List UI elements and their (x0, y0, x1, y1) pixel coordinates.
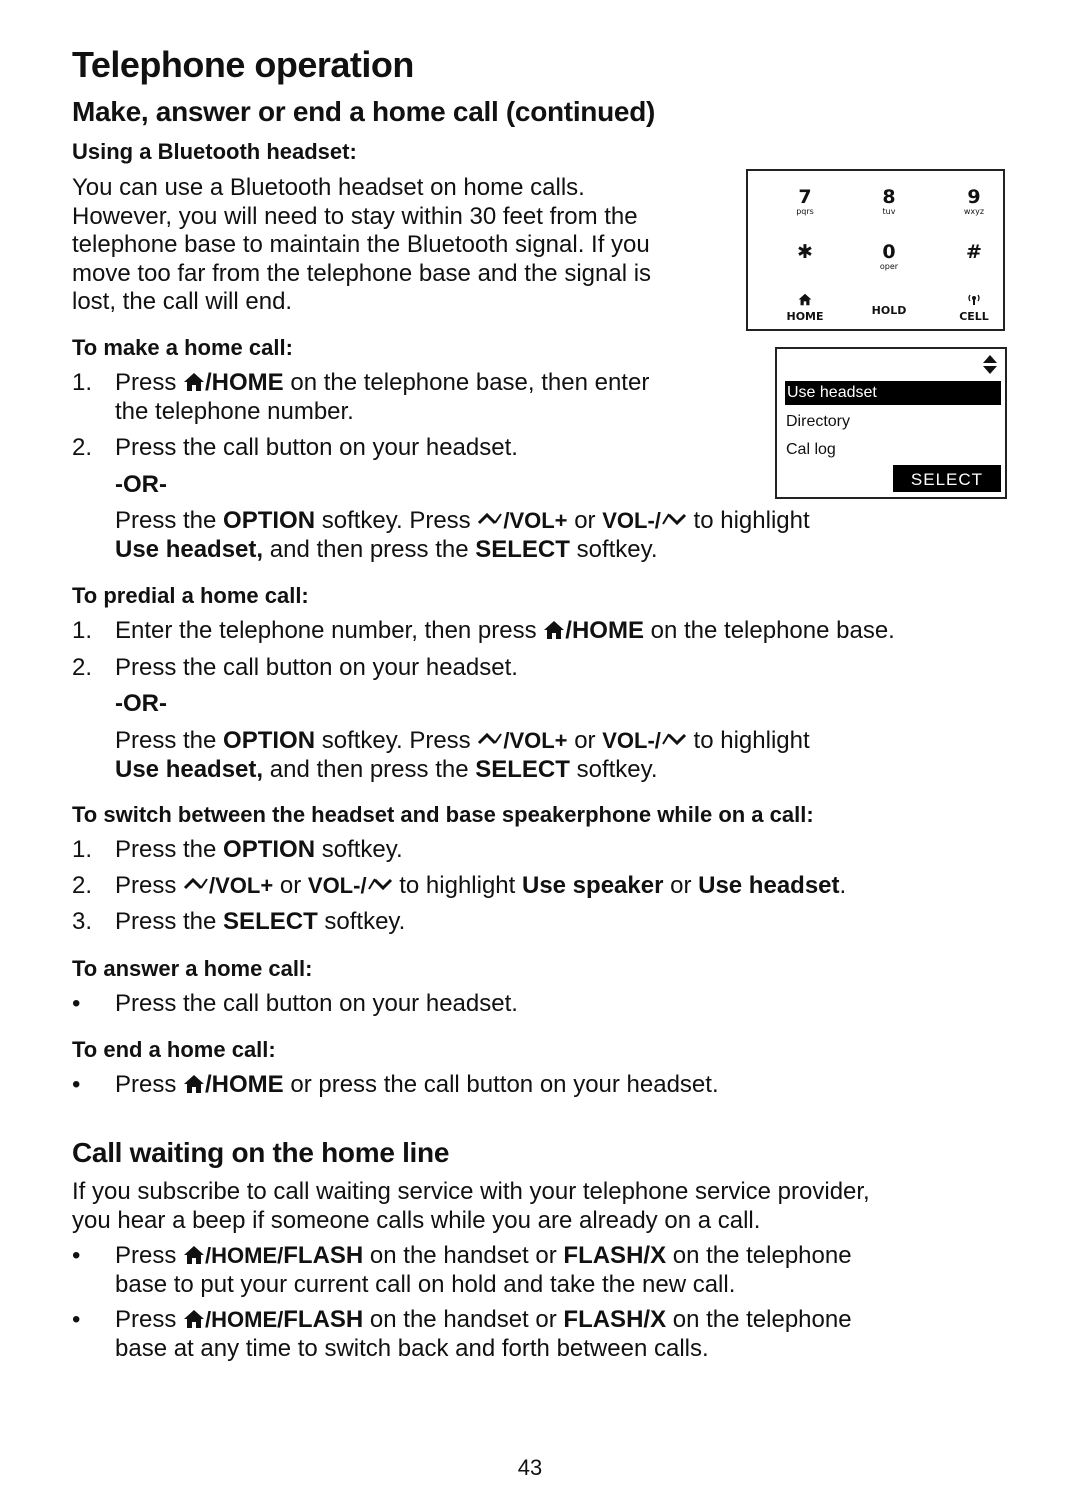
call-waiting-intro: If you subscribe to call waiting service… (72, 1178, 870, 1234)
answer-text: Press the call button on your headset. (115, 990, 518, 1017)
keypad-illustration: 7 pqrs 8 tuv 9 wxyz ✱ 0 oper # HOME HOLD CEL… (746, 169, 1005, 331)
select-softkey: SELECT (893, 465, 1001, 492)
predial-step-2: Press the call button on your headset. (115, 654, 518, 681)
bluetooth-line: However, you will need to stay within 30… (72, 202, 638, 230)
bluetooth-line: telephone base to maintain the Bluetooth… (72, 231, 650, 258)
step-number: 1. (72, 836, 93, 863)
down-arrow-icon (661, 731, 687, 747)
antenna-icon (968, 294, 980, 305)
page-title: Telephone operation (72, 44, 414, 85)
step-number: 1. (72, 369, 93, 396)
menu-item-use-headset: Use headset (785, 381, 1001, 405)
page-number: 43 (517, 1455, 543, 1480)
home-icon (183, 1245, 205, 1265)
or-separator: -OR- (115, 690, 167, 717)
bullet: • (72, 1306, 81, 1333)
home-key: HOME (775, 291, 835, 323)
make-call-step-2: Press the call button on your headset. (115, 434, 518, 461)
home-icon (183, 1074, 205, 1094)
switch-step-1: Press the OPTION softkey. (115, 836, 403, 863)
predial-alternative: Press the OPTION softkey. Press /VOL+ or… (115, 727, 810, 783)
section-title: Make, answer or end a home call (continu… (72, 96, 656, 127)
bluetooth-line: move too far from the telephone base and… (72, 259, 652, 287)
call-waiting-title: Call waiting on the home line (72, 1137, 450, 1168)
predial-heading: To predial a home call: (72, 583, 309, 608)
scroll-arrows-icon (983, 355, 997, 374)
make-call-heading: To make a home call: (72, 335, 293, 360)
key-9: 9 wxyz (963, 186, 985, 217)
predial-step-1: Enter the telephone number, then press /… (115, 617, 895, 644)
home-icon (543, 620, 565, 640)
up-arrow-icon (183, 876, 209, 892)
menu-screen-illustration: Use headset Directory Cal log SELECT (775, 347, 1007, 499)
menu-item-directory: Directory (786, 413, 851, 430)
step-number: 2. (72, 434, 93, 461)
or-separator: -OR- (115, 471, 167, 498)
key-8: 8 tuv (882, 186, 896, 217)
cell-key: CELL (944, 291, 1004, 323)
home-icon (183, 1309, 205, 1329)
bluetooth-line: lost, the call will end. (72, 288, 293, 315)
bullet: • (72, 1071, 81, 1098)
hold-key: HOLD (871, 304, 907, 317)
call-waiting-bullet-2: Press /HOME/FLASH on the handset or FLAS… (115, 1306, 852, 1362)
bluetooth-line: You can use a Bluetooth headset on home … (72, 174, 585, 201)
home-icon (798, 293, 812, 306)
step-number: 3. (72, 908, 93, 935)
call-waiting-bullet-1: Press /HOME/FLASH on the handset or FLAS… (115, 1242, 852, 1298)
bluetooth-heading: Using a Bluetooth headset: (72, 139, 357, 164)
down-arrow-icon (661, 511, 687, 527)
key-hash: # (966, 241, 982, 263)
step-number: 2. (72, 654, 93, 681)
switch-step-2: Press /VOL+ or VOL-/ to highlight Use sp… (115, 872, 847, 899)
down-arrow-icon (367, 876, 393, 892)
up-arrow-icon (477, 731, 503, 747)
bluetooth-paragraph: You can use a Bluetooth headset on home … (72, 174, 651, 317)
key-0: 0 oper (879, 241, 899, 272)
step-number: 2. (72, 872, 93, 899)
answer-heading: To answer a home call: (72, 956, 313, 981)
key-star: ✱ (797, 241, 813, 263)
home-icon (183, 372, 205, 392)
switch-step-3: Press the SELECT softkey. (115, 908, 406, 935)
up-arrow-icon (477, 511, 503, 527)
menu-item-call-log: Cal log (786, 441, 836, 458)
switch-heading: To switch between the headset and base s… (72, 802, 814, 827)
make-call-alternative: Press the OPTION softkey. Press /VOL+ or… (115, 507, 810, 563)
bullet: • (72, 990, 81, 1017)
end-text: Press /HOME or press the call button on … (115, 1071, 719, 1098)
make-call-step-1: Press /HOME on the telephone base, then … (115, 369, 650, 425)
end-heading: To end a home call: (72, 1037, 276, 1062)
bullet: • (72, 1242, 81, 1269)
key-7: 7 pqrs (796, 186, 814, 217)
step-number: 1. (72, 617, 93, 644)
